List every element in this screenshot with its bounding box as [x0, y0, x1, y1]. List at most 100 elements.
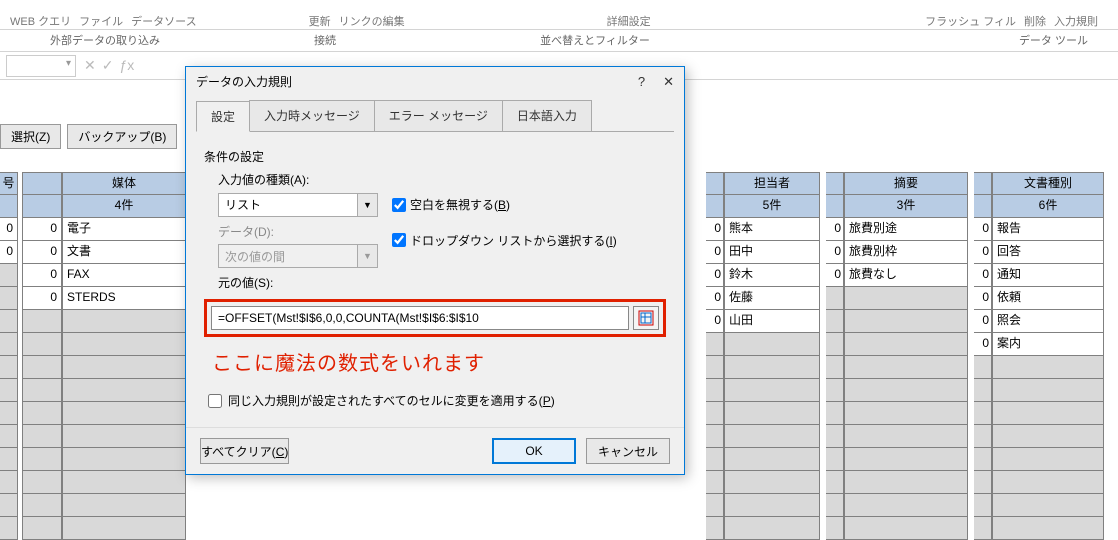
table-cell[interactable]	[22, 356, 62, 379]
dropdown-checkbox[interactable]: ドロップダウン リストから選択する(I)	[392, 232, 617, 249]
clear-all-button[interactable]: すべてクリア(C)	[200, 438, 289, 464]
table-cell[interactable]	[974, 379, 992, 402]
enter-icon[interactable]: ✓	[102, 57, 114, 74]
table-cell[interactable]: 0	[826, 218, 844, 241]
table-cell[interactable]	[992, 494, 1104, 517]
table-cell[interactable]: 熊本	[724, 218, 820, 241]
table-cell[interactable]: 0	[826, 241, 844, 264]
tab-input-message[interactable]: 入力時メッセージ	[249, 100, 375, 131]
ribbon-label[interactable]: 詳細設定	[607, 13, 651, 29]
table-cell[interactable]	[992, 448, 1104, 471]
table-cell[interactable]	[0, 356, 18, 379]
table-cell[interactable]	[22, 494, 62, 517]
ribbon-label[interactable]: 更新	[309, 13, 331, 29]
table-cell[interactable]	[22, 379, 62, 402]
table-cell[interactable]	[992, 356, 1104, 379]
table-cell[interactable]	[706, 333, 724, 356]
table-cell[interactable]	[724, 379, 820, 402]
table-cell[interactable]	[974, 448, 992, 471]
table-cell[interactable]	[706, 379, 724, 402]
table-cell[interactable]	[974, 471, 992, 494]
table-cell[interactable]	[974, 494, 992, 517]
table-cell[interactable]	[0, 333, 18, 356]
table-cell[interactable]	[724, 356, 820, 379]
table-cell[interactable]	[844, 448, 968, 471]
apply-all-checkbox[interactable]: 同じ入力規則が設定されたすべてのセルに変更を適用する(P)	[208, 392, 666, 409]
table-cell[interactable]	[22, 448, 62, 471]
table-cell[interactable]: 0	[974, 218, 992, 241]
table-cell[interactable]	[826, 356, 844, 379]
cancel-button[interactable]: キャンセル	[586, 438, 670, 464]
col-header[interactable]: 文書種別	[992, 172, 1104, 195]
table-cell[interactable]	[0, 264, 18, 287]
tab-ime-mode[interactable]: 日本語入力	[502, 100, 592, 131]
table-cell[interactable]	[826, 402, 844, 425]
table-cell[interactable]	[0, 310, 18, 333]
table-cell[interactable]	[974, 402, 992, 425]
table-cell[interactable]	[22, 402, 62, 425]
table-cell[interactable]	[974, 356, 992, 379]
table-cell[interactable]	[826, 517, 844, 540]
table-cell[interactable]	[22, 471, 62, 494]
table-cell[interactable]	[62, 471, 186, 494]
table-cell[interactable]: 0	[974, 333, 992, 356]
table-cell[interactable]: 0	[0, 241, 18, 264]
table-cell[interactable]: 田中	[724, 241, 820, 264]
table-cell[interactable]: 照会	[992, 310, 1104, 333]
select-button[interactable]: 選択(Z)	[0, 124, 61, 149]
table-cell[interactable]	[62, 402, 186, 425]
table-cell[interactable]	[62, 333, 186, 356]
ok-button[interactable]: OK	[492, 438, 576, 464]
table-cell[interactable]: 通知	[992, 264, 1104, 287]
col-header[interactable]: 媒体	[62, 172, 186, 195]
table-cell[interactable]	[844, 287, 968, 310]
table-cell[interactable]: 0	[0, 218, 18, 241]
table-cell[interactable]	[992, 471, 1104, 494]
table-cell[interactable]: 0	[706, 287, 724, 310]
ribbon-label[interactable]: 入力規則	[1054, 13, 1098, 29]
table-cell[interactable]	[62, 517, 186, 540]
table-cell[interactable]	[826, 379, 844, 402]
allow-combo[interactable]: リスト ▼	[218, 193, 378, 217]
table-cell[interactable]	[0, 379, 18, 402]
table-cell[interactable]	[724, 333, 820, 356]
table-cell[interactable]	[844, 356, 968, 379]
col-header[interactable]: 担当者	[724, 172, 820, 195]
ribbon-label[interactable]: 削除	[1024, 13, 1046, 29]
table-cell[interactable]	[826, 425, 844, 448]
table-cell[interactable]	[826, 471, 844, 494]
table-cell[interactable]	[826, 448, 844, 471]
table-cell[interactable]	[844, 379, 968, 402]
table-cell[interactable]: 電子	[62, 218, 186, 241]
table-cell[interactable]	[22, 517, 62, 540]
fx-icon[interactable]: ƒx	[119, 57, 134, 74]
ribbon-label[interactable]: WEB クエリ	[10, 13, 71, 29]
table-cell[interactable]	[0, 494, 18, 517]
table-cell[interactable]	[706, 517, 724, 540]
table-cell[interactable]: 旅費別枠	[844, 241, 968, 264]
table-cell[interactable]: 報告	[992, 218, 1104, 241]
table-cell[interactable]: 依頼	[992, 287, 1104, 310]
table-cell[interactable]	[844, 425, 968, 448]
table-cell[interactable]: 0	[22, 264, 62, 287]
table-cell[interactable]: 0	[974, 310, 992, 333]
table-cell[interactable]: 回答	[992, 241, 1104, 264]
cancel-icon[interactable]: ✕	[84, 57, 96, 74]
table-cell[interactable]: 旅費なし	[844, 264, 968, 287]
table-cell[interactable]: 案内	[992, 333, 1104, 356]
table-cell[interactable]	[62, 356, 186, 379]
table-cell[interactable]	[974, 517, 992, 540]
table-cell[interactable]	[826, 310, 844, 333]
table-cell[interactable]	[62, 448, 186, 471]
table-cell[interactable]: STERDS	[62, 287, 186, 310]
table-cell[interactable]	[844, 402, 968, 425]
ribbon-label[interactable]: データソース	[131, 13, 196, 29]
table-cell[interactable]: 旅費別途	[844, 218, 968, 241]
table-cell[interactable]	[0, 448, 18, 471]
col-header[interactable]: 摘要	[844, 172, 968, 195]
table-cell[interactable]	[992, 425, 1104, 448]
table-cell[interactable]	[724, 517, 820, 540]
backup-button[interactable]: バックアップ(B)	[67, 124, 177, 149]
col-header[interactable]: 号	[0, 172, 18, 195]
table-cell[interactable]	[706, 471, 724, 494]
